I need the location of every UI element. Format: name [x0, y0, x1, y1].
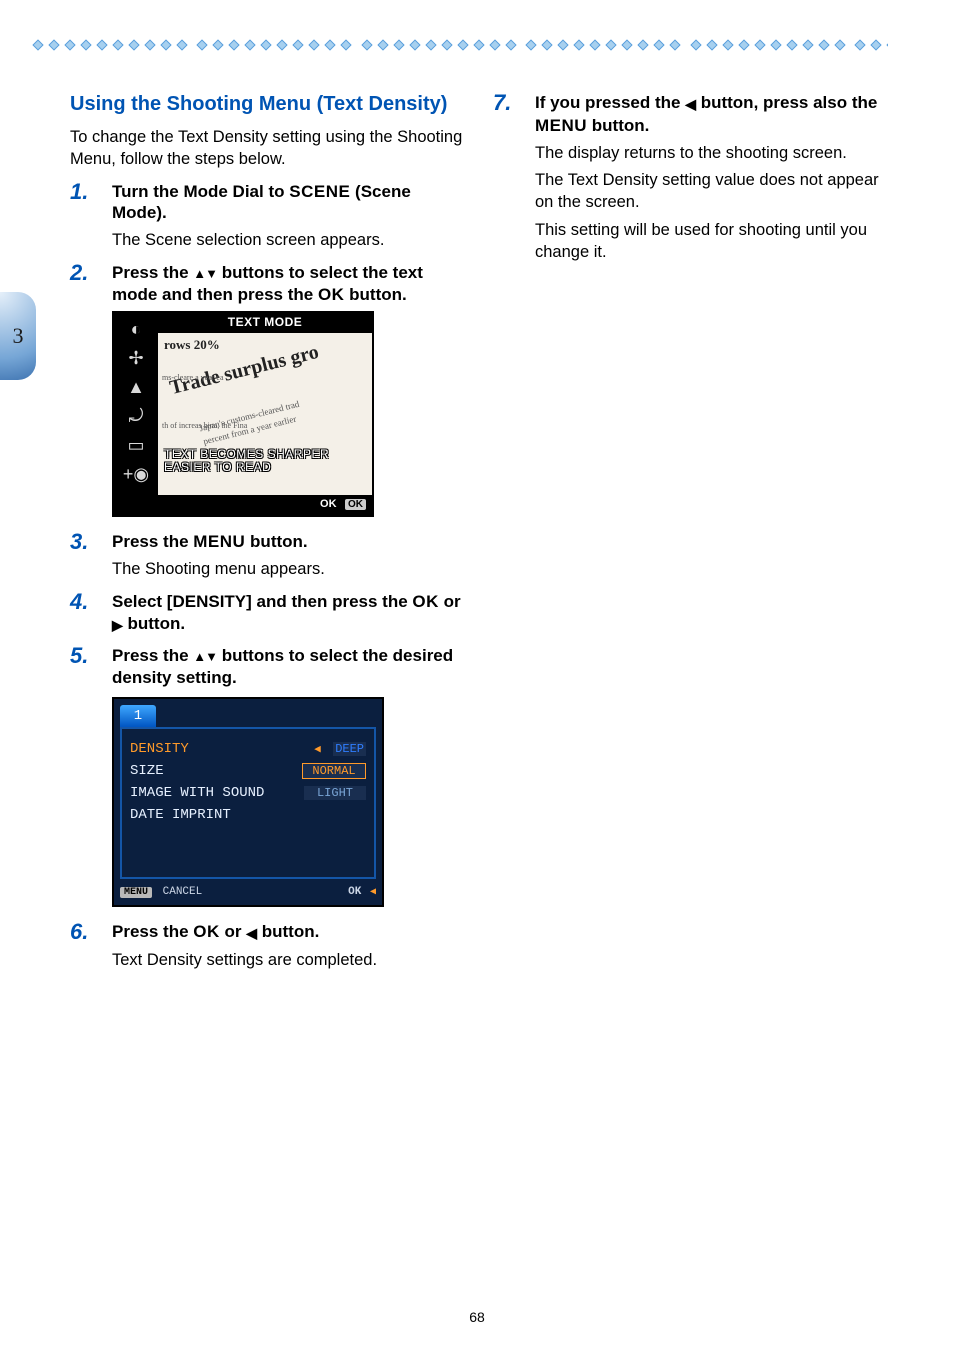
mode-icon: ◐ — [131, 319, 142, 340]
ok-label: OK — [348, 886, 361, 898]
lcd-density-menu: 1 DENSITY ◀ DEEP SIZE NO — [112, 697, 384, 907]
menu-footer: MENU CANCEL OK ◀ — [120, 883, 376, 901]
menu-item-image-with-sound: IMAGE WITH SOUND — [130, 785, 264, 801]
cancel-label: CANCEL — [163, 886, 203, 898]
step-3: 3. Press the MENU button. The Shooting m… — [70, 531, 465, 581]
step-text: Select [DENSITY] and then press the — [112, 592, 412, 611]
menu-item-date-imprint: DATE IMPRINT — [130, 807, 231, 823]
preview-text: rows 20% — [164, 337, 220, 353]
step-number: 4. — [70, 589, 88, 615]
left-arrow-icon: ◀ — [370, 887, 376, 898]
step-text: Press the — [112, 646, 193, 665]
step-number: 5. — [70, 643, 88, 669]
menu-body: DENSITY ◀ DEEP SIZE NORMAL — [120, 727, 376, 879]
step-text: or — [439, 592, 461, 611]
ok-glyph: OK — [193, 922, 220, 941]
step-body: This setting will be used for shooting u… — [535, 220, 888, 264]
page-number: 68 — [0, 1309, 954, 1325]
preview-text: th of increas hina, the Fina — [162, 421, 247, 430]
step-text: or — [220, 922, 246, 941]
step-5: 5. Press the buttons to select the desir… — [70, 645, 465, 907]
scene-glyph: SCENE — [289, 182, 350, 201]
ok-label: OK — [320, 498, 337, 510]
step-body: The Scene selection screen appears. — [112, 230, 465, 252]
left-arrow-icon — [685, 93, 696, 115]
step-number: 6. — [70, 919, 88, 945]
right-column: 7. If you pressed the button, press also… — [493, 92, 888, 981]
lcd-preview-area: rows 20% Trade surplus gro ms-cleare a y… — [158, 333, 372, 495]
preview-overlay: TEXT BECOMES SHARPER EASIER TO READ — [164, 448, 329, 473]
step-number: 1. — [70, 179, 88, 205]
up-down-icon — [193, 646, 217, 665]
menu-item-size: SIZE — [130, 763, 164, 779]
step-text: button. — [587, 116, 649, 135]
section-tab: 3 — [0, 292, 36, 380]
step-6: 6. Press the OK or button. Text Density … — [70, 921, 465, 972]
density-option-deep: DEEP — [333, 742, 366, 756]
section-number: 3 — [13, 323, 24, 349]
step-4: 4. Select [DENSITY] and then press the O… — [70, 591, 465, 636]
step-body: The Text Density setting value does not … — [535, 170, 888, 214]
up-down-icon — [193, 263, 217, 282]
lcd-title: TEXT MODE — [158, 313, 372, 335]
step-7: 7. If you pressed the button, press also… — [493, 92, 888, 263]
step-text: Turn the Mode Dial to — [112, 182, 289, 201]
preview-text: ms-cleare a year ea — [162, 373, 224, 382]
step-text: button. — [123, 614, 185, 633]
menu-glyph: MENU — [193, 532, 245, 551]
mode-icon: +◉ — [123, 464, 149, 485]
left-arrow-icon — [246, 922, 257, 944]
section-title: Using the Shooting Menu (Text Density) — [70, 92, 465, 117]
lcd-ok-bar: OK OK — [158, 495, 372, 515]
step-text: If you pressed the — [535, 93, 685, 112]
page: 3 Using the Shooting Menu (Text Density)… — [0, 0, 954, 1351]
step-text: Press the — [112, 263, 193, 282]
mode-icon: ▭ — [127, 435, 144, 456]
intro-paragraph: To change the Text Density setting using… — [70, 127, 465, 171]
step-2: 2. Press the buttons to select the text … — [70, 262, 465, 518]
step-text: Press the — [112, 922, 193, 941]
step-body: Text Density settings are completed. — [112, 950, 465, 972]
lcd-text-mode-preview: ◐ ✢ ▲ ⤾ ▭ +◉ TEXT MODE rows 20% Trade su… — [112, 311, 374, 517]
mode-icon: ▲ — [127, 377, 145, 398]
menu-glyph: MENU — [535, 116, 587, 135]
step-number: 2. — [70, 260, 88, 286]
step-text: button. — [245, 532, 307, 551]
menu-chip: MENU — [120, 887, 152, 898]
density-option-light: LIGHT — [304, 786, 366, 800]
right-arrow-icon — [112, 614, 123, 636]
left-column: Using the Shooting Menu (Text Density) T… — [70, 92, 465, 981]
step-text: Press the — [112, 532, 193, 551]
step-body: The Shooting menu appears. — [112, 559, 465, 581]
density-option-normal: NORMAL — [302, 763, 366, 779]
decorative-diamond-row — [30, 38, 888, 52]
step-number: 3. — [70, 529, 88, 555]
step-text: button, press also the — [696, 93, 877, 112]
menu-tab-1: 1 — [120, 705, 156, 727]
step-body: The display returns to the shooting scre… — [535, 143, 888, 165]
lcd-icon-column: ◐ ✢ ▲ ⤾ ▭ +◉ — [114, 313, 158, 515]
mode-icon: ⤾ — [129, 406, 144, 427]
menu-item-density: DENSITY — [130, 741, 189, 757]
step-number: 7. — [493, 90, 511, 116]
ok-glyph: OK — [412, 592, 439, 611]
step-text: button. — [344, 285, 406, 304]
step-text: button. — [257, 922, 319, 941]
left-arrow-icon: ◀ — [314, 744, 321, 756]
mode-icon: ✢ — [128, 348, 143, 369]
ok-box: OK — [345, 499, 366, 510]
ok-glyph: OK — [318, 285, 345, 304]
step-1: 1. Turn the Mode Dial to SCENE (Scene Mo… — [70, 181, 465, 252]
